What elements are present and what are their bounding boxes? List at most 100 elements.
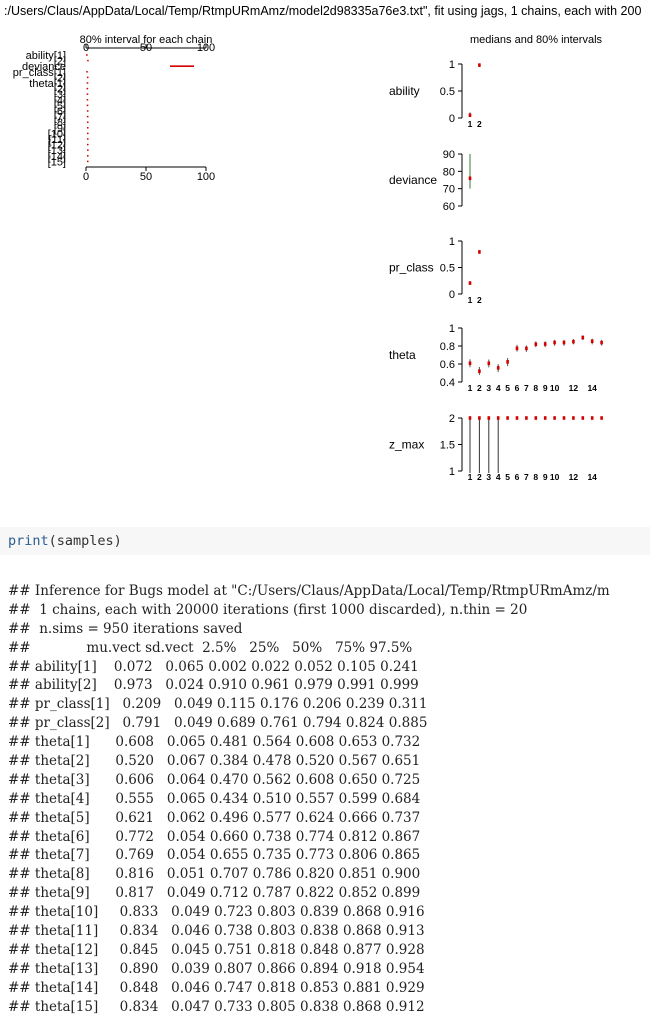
panel-x-tick-label: 4 bbox=[496, 383, 501, 393]
panel-label: deviance bbox=[389, 173, 437, 187]
jags-summary-plot: :/Users/Claus/AppData/Local/Temp/RtmpURm… bbox=[4, 4, 641, 482]
output-line: ## ability[2] 0.973 0.024 0.910 0.961 0.… bbox=[8, 677, 419, 694]
median-point bbox=[496, 366, 500, 370]
median-point bbox=[515, 416, 519, 420]
panel-x-tick-label: 9 bbox=[543, 472, 548, 482]
output-line: ## theta[1] 0.608 0.065 0.481 0.564 0.60… bbox=[8, 734, 421, 751]
panel-x-tick-label: 7 bbox=[524, 383, 529, 393]
output-line: ## theta[3] 0.606 0.064 0.470 0.562 0.60… bbox=[8, 771, 421, 788]
median-point bbox=[468, 113, 472, 117]
output-line: ## theta[15] 0.834 0.047 0.733 0.805 0.8… bbox=[8, 998, 425, 1015]
panel-y-tick-label: 0.5 bbox=[440, 263, 455, 275]
median-point bbox=[525, 346, 528, 351]
median-point bbox=[572, 339, 575, 344]
median-point bbox=[478, 416, 481, 420]
panel-x-tick-label: 9 bbox=[543, 383, 548, 393]
median-point bbox=[572, 416, 575, 420]
code-function: print bbox=[8, 533, 49, 549]
panel-x-tick-label: 10 bbox=[550, 383, 560, 393]
right-panels: ability00.511 2deviance60708090pr_class00… bbox=[389, 59, 603, 482]
median-point bbox=[468, 416, 472, 420]
panel-x-tick-label: 5 bbox=[505, 383, 510, 393]
left-bottom-tick-label: 0 bbox=[83, 171, 89, 183]
median-point bbox=[506, 360, 509, 364]
median-point bbox=[487, 416, 491, 420]
panel-x-tick-label: 8 bbox=[533, 472, 538, 482]
panel-y-tick-label: 2 bbox=[449, 413, 455, 425]
panel-x-tick-label: 10 bbox=[550, 472, 560, 482]
output-line: ## theta[12] 0.845 0.045 0.751 0.818 0.8… bbox=[8, 941, 425, 958]
panel-label: theta bbox=[389, 348, 416, 362]
median-point bbox=[478, 250, 481, 254]
output-line: ## theta[11] 0.834 0.046 0.738 0.803 0.8… bbox=[8, 923, 425, 940]
left-panel: 0 50 1000 50 100ability[1][2]deviancepr_clas… bbox=[13, 42, 215, 183]
output-line: ## theta[10] 0.833 0.049 0.723 0.803 0.8… bbox=[8, 904, 425, 921]
panel-y-tick-label: 60 bbox=[443, 201, 455, 213]
median-point bbox=[590, 339, 594, 344]
right-panel-heading: medians and 80% intervals bbox=[470, 34, 603, 46]
panel-x-tick-label: 1 bbox=[468, 383, 473, 393]
median-point bbox=[506, 416, 509, 420]
left-row-label: [15] bbox=[48, 156, 66, 168]
median-point bbox=[478, 369, 481, 373]
median-point bbox=[468, 281, 472, 285]
panel-x-tick-label: 2 bbox=[477, 119, 482, 129]
panel-x-tick-label: 3 bbox=[486, 472, 491, 482]
left-top-tick-label: 100 bbox=[197, 42, 215, 54]
left-top-tick-label: 50 bbox=[140, 42, 152, 54]
median-point bbox=[553, 416, 556, 420]
output-line: ## theta[6] 0.772 0.054 0.660 0.738 0.77… bbox=[8, 828, 421, 845]
panel-y-tick-label: 0.4 bbox=[440, 377, 455, 389]
left-bottom-tick-label: 50 bbox=[140, 171, 152, 183]
panel-label: ability bbox=[389, 84, 420, 98]
output-line: ## theta[5] 0.621 0.062 0.496 0.577 0.62… bbox=[8, 809, 421, 826]
output-line: ## pr_class[2] 0.791 0.049 0.689 0.761 0… bbox=[8, 715, 428, 732]
panel-y-tick-label: 0 bbox=[449, 113, 455, 125]
output-line: ## theta[8] 0.816 0.051 0.707 0.786 0.82… bbox=[8, 866, 421, 883]
panel-x-tick-label: 2 bbox=[477, 295, 482, 305]
median-point bbox=[581, 416, 585, 420]
panel-x-tick-label: 14 bbox=[587, 472, 597, 482]
panel-x-tick-label: 14 bbox=[587, 383, 597, 393]
panel-x-tick-label: 1 bbox=[468, 119, 473, 129]
panel-x-tick-label: 1 bbox=[468, 295, 473, 305]
panel-y-tick-label: 80 bbox=[443, 166, 455, 178]
panel-x-tick-label: 5 bbox=[505, 472, 510, 482]
panel-y-tick-label: 1 bbox=[449, 236, 455, 248]
output-line: ## theta[9] 0.817 0.049 0.712 0.787 0.82… bbox=[8, 885, 421, 902]
panel-y-tick-label: 1 bbox=[449, 59, 455, 71]
panel-y-tick-label: 1.5 bbox=[440, 440, 455, 452]
median-point bbox=[543, 416, 547, 420]
median-point bbox=[581, 335, 585, 340]
output-line: ## n.sims = 950 iterations saved bbox=[8, 620, 243, 637]
median-point bbox=[553, 340, 556, 345]
plot-title: :/Users/Claus/AppData/Local/Temp/RtmpURm… bbox=[4, 4, 641, 18]
panel-x-tick-label: 4 bbox=[496, 472, 501, 482]
panel-x-tick-label: 1 bbox=[468, 472, 473, 482]
left-bottom-tick-label: 100 bbox=[197, 171, 215, 183]
panel-label: pr_class bbox=[389, 261, 434, 275]
median-point bbox=[525, 416, 528, 420]
panel-y-tick-label: 1 bbox=[449, 323, 455, 335]
output-line: ## pr_class[1] 0.209 0.049 0.115 0.176 0… bbox=[8, 696, 428, 713]
median-point bbox=[590, 416, 594, 420]
median-point bbox=[468, 176, 472, 181]
median-point bbox=[534, 342, 538, 346]
median-point bbox=[496, 416, 500, 420]
panel-x-tick-label: 12 bbox=[569, 472, 579, 482]
code-input[interactable]: print(samples) bbox=[8, 533, 122, 549]
panel-y-tick-label: 0.8 bbox=[440, 341, 455, 353]
panel-x-tick-label: 2 bbox=[477, 472, 482, 482]
panel-x-tick-label: 8 bbox=[533, 383, 538, 393]
panel-x-tick-label: 6 bbox=[515, 472, 520, 482]
output-line: ## ability[1] 0.072 0.065 0.002 0.022 0.… bbox=[8, 658, 419, 675]
code-args: (samples) bbox=[48, 533, 122, 549]
median-point bbox=[562, 340, 566, 345]
output-line: ## theta[4] 0.555 0.065 0.434 0.510 0.55… bbox=[8, 790, 421, 807]
median-point bbox=[478, 63, 481, 67]
panel-y-tick-label: 0.5 bbox=[440, 86, 455, 98]
output-line: ## theta[14] 0.848 0.046 0.747 0.818 0.8… bbox=[8, 979, 425, 996]
left-top-tick-label: 0 bbox=[83, 42, 89, 54]
panel-y-tick-label: 0.6 bbox=[440, 359, 455, 371]
median-point bbox=[562, 416, 566, 420]
